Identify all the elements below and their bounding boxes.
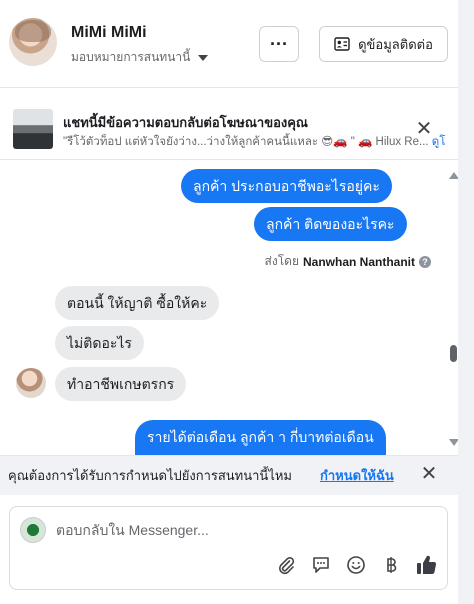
message-bubble-incoming[interactable]: ตอนนี้ ให้ญาติ ซื้อให้คะ <box>55 286 220 320</box>
contact-card-icon <box>334 37 350 51</box>
contact-avatar[interactable] <box>9 18 57 66</box>
chat-bubble-icon[interactable] <box>310 554 332 576</box>
ad-quote-text: "รีโว้ตัวท็อป แต่หัวใจยังว่าง...ว่างให้ล… <box>63 136 429 148</box>
scrollbar-thumb[interactable] <box>450 345 457 362</box>
view-contact-button[interactable]: ดูข้อมูลติดต่อ <box>319 26 448 62</box>
contact-avatar-small <box>16 368 46 398</box>
message-bubble-incoming[interactable]: ทำอาชีพเกษตรกร <box>55 367 187 401</box>
message-bubble-incoming[interactable]: ไม่ติดอะไร <box>55 326 144 360</box>
ad-banner-subtitle: "รีโว้ตัวท็อป แต่หัวใจยังว่าง...ว่างให้ล… <box>63 133 458 151</box>
ad-reply-banner: แชทนี้มีข้อความตอบกลับต่อโฆษณาของคุณ "รี… <box>0 100 458 160</box>
page-avatar <box>20 517 46 543</box>
view-contact-label: ดูข้อมูลติดต่อ <box>358 36 433 52</box>
emoji-icon[interactable] <box>345 554 367 576</box>
close-icon[interactable]: ✕ <box>414 119 434 139</box>
composer-toolbar <box>275 554 437 576</box>
ad-thumbnail[interactable] <box>13 109 53 149</box>
message-bubble-outgoing[interactable]: ลูกค้า ติดของอะไรคะ <box>254 207 407 241</box>
paperclip-icon[interactable] <box>275 554 297 576</box>
conversation-header: MiMi MiMi มอบหมายการสนทนานี้ ··· ดูข้อมู… <box>0 0 458 88</box>
sent-by-prefix: ส่งโดย <box>264 254 299 268</box>
assign-to-me-link[interactable]: กำหนดให้ฉัน <box>320 465 394 486</box>
assign-prompt-text: คุณต้องการได้รับการกำหนดไปยังการสนทนานี้… <box>8 468 292 483</box>
more-options-button[interactable]: ··· <box>259 26 299 62</box>
sent-by-name: Nanwhan Nanthanit <box>302 254 415 269</box>
reply-composer <box>9 506 448 590</box>
caret-down-icon <box>198 54 209 61</box>
message-bubble-outgoing[interactable]: ลูกค้า ประกอบอาชีพอะไรอยู่คะ <box>181 169 392 203</box>
thumbs-up-icon[interactable] <box>415 554 437 576</box>
assign-prompt-bar: คุณต้องการได้รับการกำหนดไปยังการสนทนานี้… <box>0 455 458 495</box>
contact-name[interactable]: MiMi MiMi <box>71 24 147 42</box>
message-bubble-outgoing[interactable]: รายได้ต่อเดือน ลูกค้า า กี่บาทต่อเดือน <box>135 420 386 455</box>
close-icon[interactable]: ✕ <box>420 464 438 484</box>
assign-label: มอบหมายการสนทนานี้ <box>71 50 191 64</box>
assign-dropdown[interactable]: มอบหมายการสนทนานี้ <box>71 48 209 67</box>
help-icon[interactable]: ? <box>419 255 431 268</box>
baht-icon[interactable] <box>380 554 402 576</box>
sent-by-label: ส่งโดย Nanwhan Nanthanit ? <box>265 252 431 271</box>
ad-banner-title: แชทนี้มีข้อความตอบกลับต่อโฆษณาของคุณ <box>63 115 308 130</box>
page-right-edge <box>458 0 474 604</box>
reply-input[interactable] <box>56 519 416 541</box>
